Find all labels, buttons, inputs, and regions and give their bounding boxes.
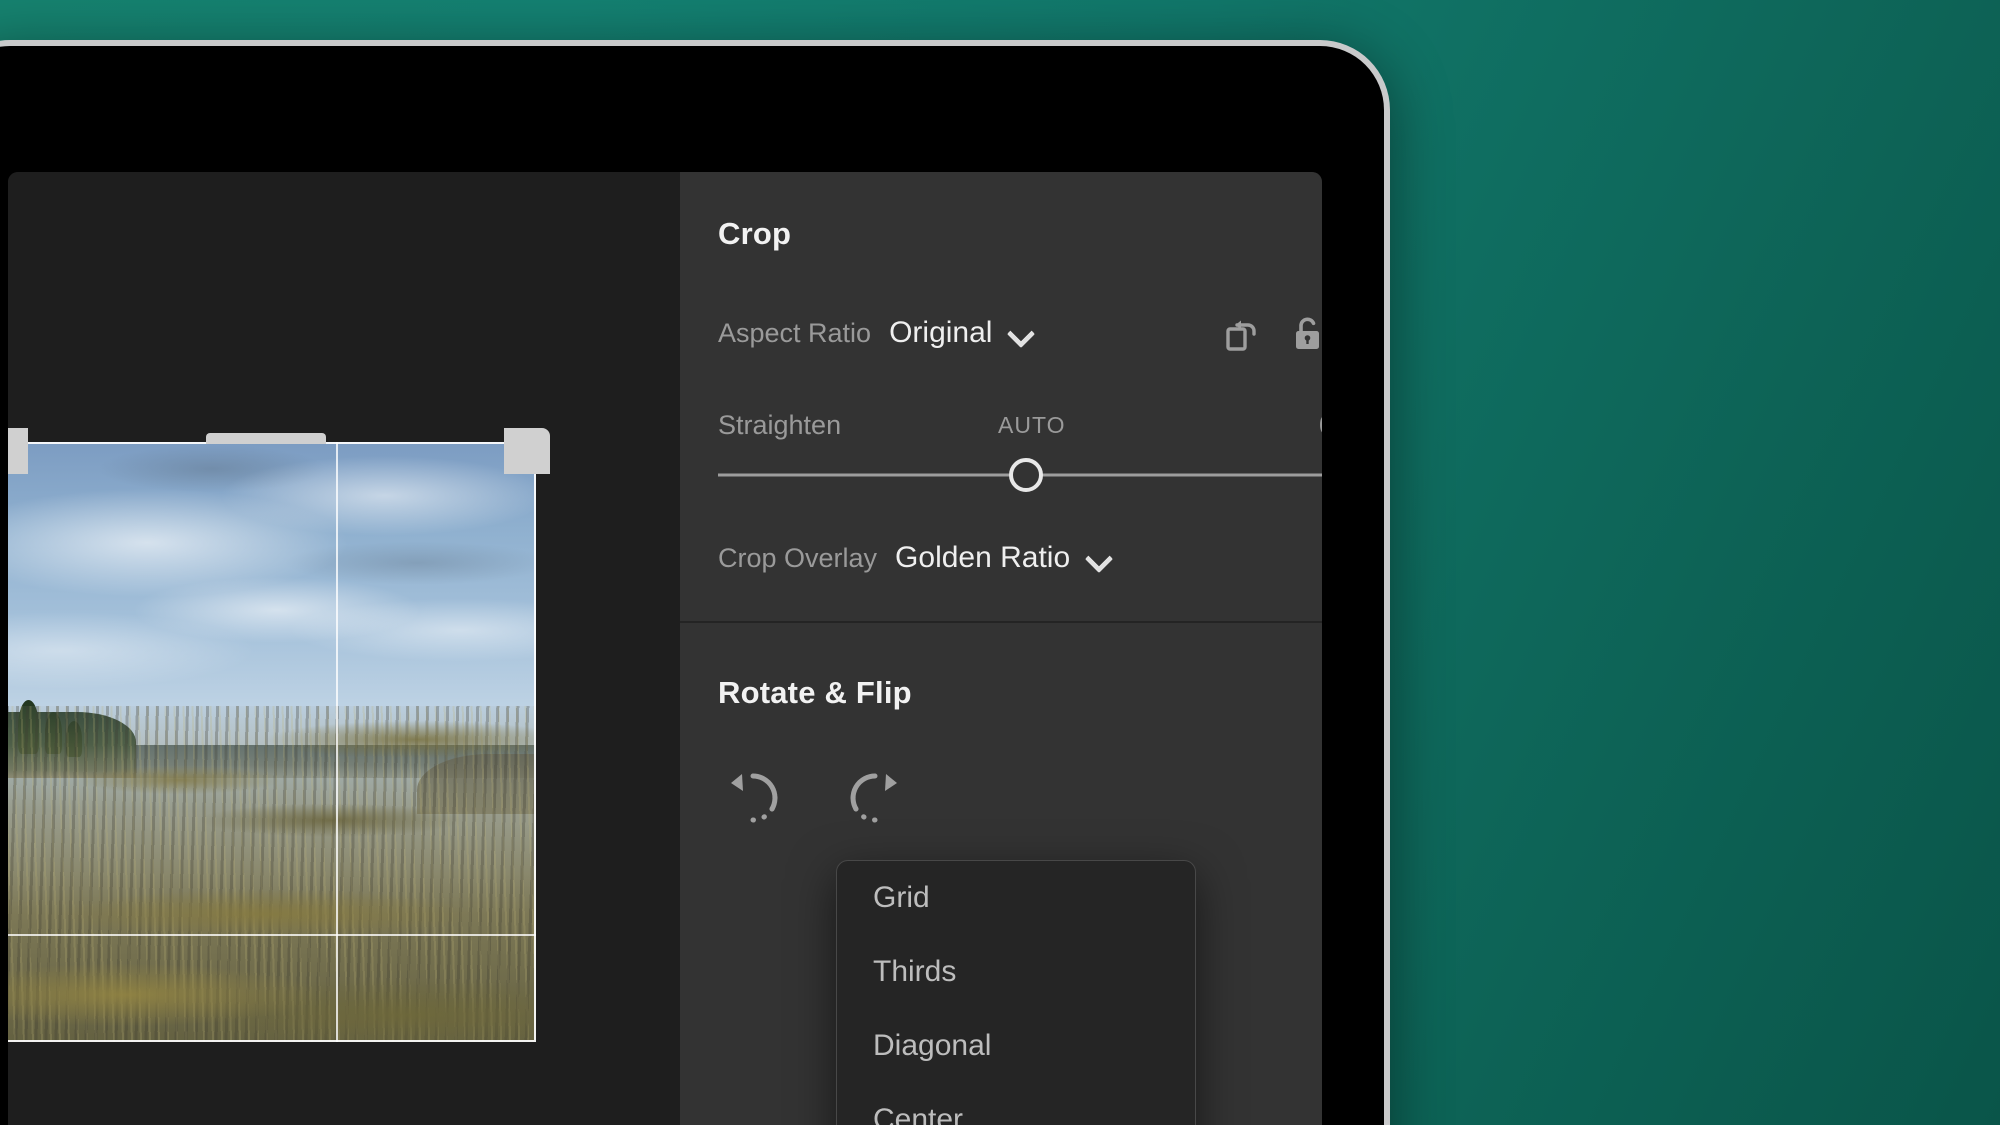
screenshot-stage: Crop Aspect Ratio Original Straighten AU… — [0, 0, 2000, 1125]
rotate-ccw-icon — [731, 773, 778, 823]
straighten-row: Straighten AUTO 0 — [718, 410, 1322, 441]
aspect-ratio-label: Aspect Ratio — [718, 317, 872, 348]
rotate-counterclockwise-button[interactable] — [718, 763, 788, 833]
menu-item-thirds[interactable]: Thirds — [837, 935, 1195, 1009]
crop-section-title: Crop — [718, 216, 792, 251]
menu-item-label: Diagonal — [873, 1029, 992, 1062]
photo-image — [8, 442, 536, 1042]
crop-overlay-dropdown-trigger[interactable]: Golden Ratio — [895, 541, 1112, 575]
aspect-ratio-dropdown[interactable]: Original — [889, 316, 1034, 350]
crop-handle-top-left[interactable] — [8, 428, 28, 474]
straighten-value: 0 — [1319, 410, 1322, 441]
chevron-down-icon — [1008, 320, 1034, 346]
crop-section: Crop Aspect Ratio Original Straighten AU… — [680, 172, 1322, 623]
aspect-ratio-value: Original — [889, 316, 993, 349]
straighten-label: Straighten — [718, 410, 842, 440]
crop-handle-top-right[interactable] — [504, 428, 550, 474]
crop-overlay-row: Crop Overlay Golden Ratio — [718, 541, 1322, 623]
tablet-device: Crop Aspect Ratio Original Straighten AU… — [0, 40, 1390, 1125]
crop-overlay-value: Golden Ratio — [895, 541, 1071, 574]
lock-aspect-button[interactable] — [1280, 306, 1322, 360]
rotate-clockwise-button[interactable] — [840, 763, 910, 833]
crop-overlay-menu[interactable]: Grid Thirds Diagonal Center Golden Ratio… — [836, 860, 1196, 1125]
menu-item-label: Grid — [873, 881, 930, 914]
crop-overlay-label: Crop Overlay — [718, 542, 878, 573]
rotate-flip-section-title: Rotate & Flip — [718, 675, 912, 710]
menu-item-label: Thirds — [873, 955, 957, 988]
straighten-slider[interactable] — [718, 457, 1322, 493]
rotate-flip-section: Rotate & Flip — [680, 623, 1322, 833]
menu-item-diagonal[interactable]: Diagonal — [837, 1009, 1195, 1083]
crop-handle-top-center[interactable] — [206, 433, 326, 444]
chevron-down-icon — [1086, 545, 1112, 571]
toggle-orientation-button[interactable] — [1216, 306, 1270, 360]
rotate-orientation-icon — [1226, 320, 1256, 351]
crop-frame[interactable] — [8, 428, 550, 1042]
rotate-cw-icon — [850, 773, 897, 823]
unlock-icon — [1296, 317, 1319, 349]
menu-item-label: Center — [873, 1103, 964, 1125]
menu-item-grid[interactable]: Grid — [837, 861, 1195, 935]
slider-thumb[interactable] — [1009, 458, 1043, 492]
device-screen: Crop Aspect Ratio Original Straighten AU… — [8, 172, 1322, 1125]
rotate-buttons-row — [718, 763, 1322, 833]
menu-item-center[interactable]: Center — [837, 1083, 1195, 1125]
photo-canvas[interactable] — [8, 172, 680, 1042]
photo-seaweed-flat — [8, 706, 536, 1042]
aspect-ratio-row: Aspect Ratio Original — [718, 306, 1322, 360]
straighten-auto-button[interactable]: AUTO — [998, 412, 1065, 439]
